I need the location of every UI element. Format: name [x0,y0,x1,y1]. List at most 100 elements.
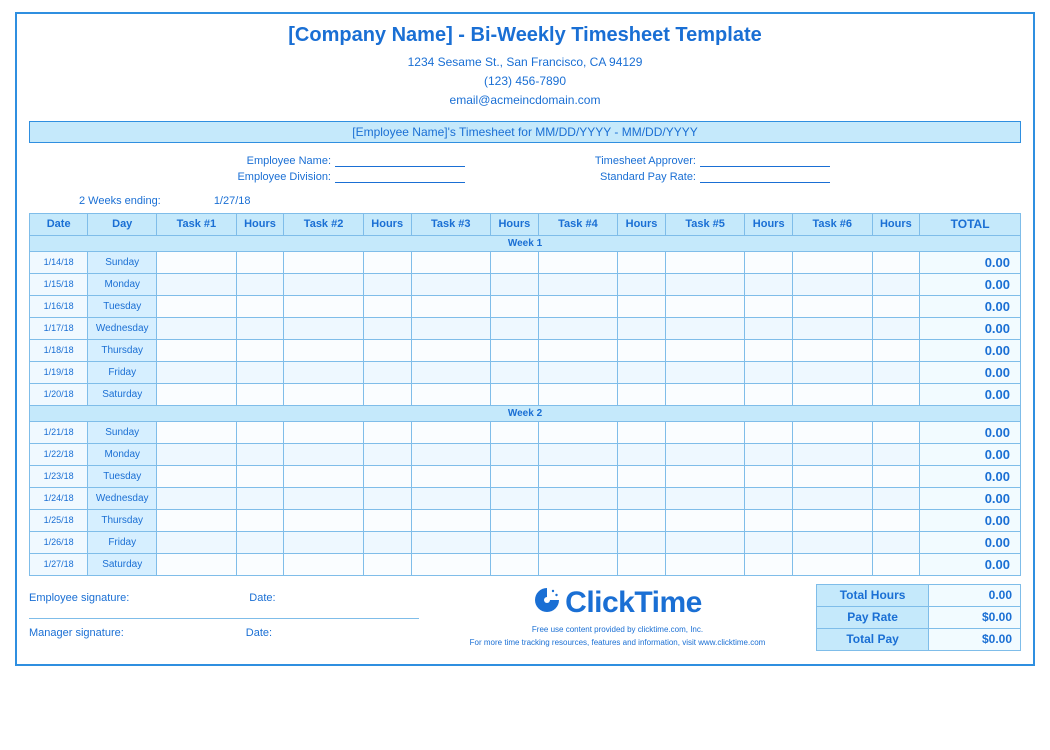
cell-hours[interactable] [491,295,539,317]
cell-task[interactable] [793,465,872,487]
cell-task[interactable] [793,361,872,383]
cell-hours[interactable] [745,487,793,509]
cell-task[interactable] [793,443,872,465]
cell-hours[interactable] [872,553,920,575]
cell-task[interactable] [157,487,236,509]
cell-hours[interactable] [236,273,284,295]
cell-hours[interactable] [363,251,411,273]
cell-hours[interactable] [872,339,920,361]
cell-task[interactable] [284,509,363,531]
cell-task[interactable] [411,251,490,273]
cell-task[interactable] [665,295,744,317]
cell-task[interactable] [665,251,744,273]
cell-task[interactable] [665,487,744,509]
cell-task[interactable] [411,339,490,361]
cell-hours[interactable] [745,339,793,361]
cell-hours[interactable] [618,317,666,339]
cell-task[interactable] [284,487,363,509]
cell-task[interactable] [793,421,872,443]
cell-task[interactable] [411,361,490,383]
cell-hours[interactable] [745,295,793,317]
division-field[interactable] [335,169,465,183]
cell-hours[interactable] [363,273,411,295]
cell-hours[interactable] [872,383,920,405]
cell-hours[interactable] [745,443,793,465]
cell-task[interactable] [284,383,363,405]
cell-task[interactable] [665,443,744,465]
cell-task[interactable] [538,531,617,553]
cell-task[interactable] [538,361,617,383]
cell-task[interactable] [538,295,617,317]
cell-hours[interactable] [491,383,539,405]
cell-task[interactable] [411,317,490,339]
cell-hours[interactable] [745,531,793,553]
cell-hours[interactable] [491,509,539,531]
cell-task[interactable] [411,531,490,553]
cell-hours[interactable] [491,443,539,465]
cell-hours[interactable] [363,361,411,383]
cell-hours[interactable] [618,443,666,465]
cell-hours[interactable] [236,295,284,317]
cell-hours[interactable] [872,531,920,553]
cell-task[interactable] [793,317,872,339]
cell-task[interactable] [538,421,617,443]
cell-task[interactable] [538,383,617,405]
cell-hours[interactable] [618,361,666,383]
cell-task[interactable] [157,339,236,361]
cell-hours[interactable] [363,383,411,405]
cell-hours[interactable] [491,361,539,383]
cell-task[interactable] [284,553,363,575]
signature-line-1[interactable] [29,618,419,619]
cell-task[interactable] [538,317,617,339]
cell-task[interactable] [793,531,872,553]
cell-task[interactable] [538,339,617,361]
cell-hours[interactable] [872,487,920,509]
cell-hours[interactable] [745,251,793,273]
cell-task[interactable] [411,465,490,487]
cell-hours[interactable] [872,509,920,531]
cell-hours[interactable] [745,509,793,531]
cell-task[interactable] [284,421,363,443]
cell-hours[interactable] [363,531,411,553]
cell-hours[interactable] [236,443,284,465]
cell-task[interactable] [665,317,744,339]
cell-task[interactable] [411,443,490,465]
cell-hours[interactable] [491,339,539,361]
cell-hours[interactable] [363,317,411,339]
cell-hours[interactable] [236,383,284,405]
cell-task[interactable] [793,487,872,509]
cell-task[interactable] [665,361,744,383]
cell-task[interactable] [793,509,872,531]
cell-hours[interactable] [491,421,539,443]
cell-hours[interactable] [236,317,284,339]
cell-hours[interactable] [363,465,411,487]
approver-field[interactable] [700,153,830,167]
cell-hours[interactable] [618,421,666,443]
cell-task[interactable] [157,553,236,575]
cell-hours[interactable] [872,443,920,465]
cell-task[interactable] [284,251,363,273]
cell-hours[interactable] [363,421,411,443]
cell-hours[interactable] [872,273,920,295]
cell-hours[interactable] [618,383,666,405]
cell-hours[interactable] [236,553,284,575]
cell-hours[interactable] [491,251,539,273]
cell-hours[interactable] [618,509,666,531]
cell-hours[interactable] [363,443,411,465]
cell-task[interactable] [538,273,617,295]
cell-hours[interactable] [618,531,666,553]
cell-task[interactable] [411,509,490,531]
pay-rate-field[interactable] [700,169,830,183]
cell-task[interactable] [157,251,236,273]
cell-hours[interactable] [491,273,539,295]
cell-hours[interactable] [491,531,539,553]
cell-task[interactable] [411,273,490,295]
cell-hours[interactable] [872,361,920,383]
cell-hours[interactable] [491,317,539,339]
cell-task[interactable] [284,295,363,317]
cell-hours[interactable] [872,317,920,339]
cell-task[interactable] [793,553,872,575]
cell-task[interactable] [411,421,490,443]
cell-task[interactable] [157,361,236,383]
cell-hours[interactable] [236,361,284,383]
